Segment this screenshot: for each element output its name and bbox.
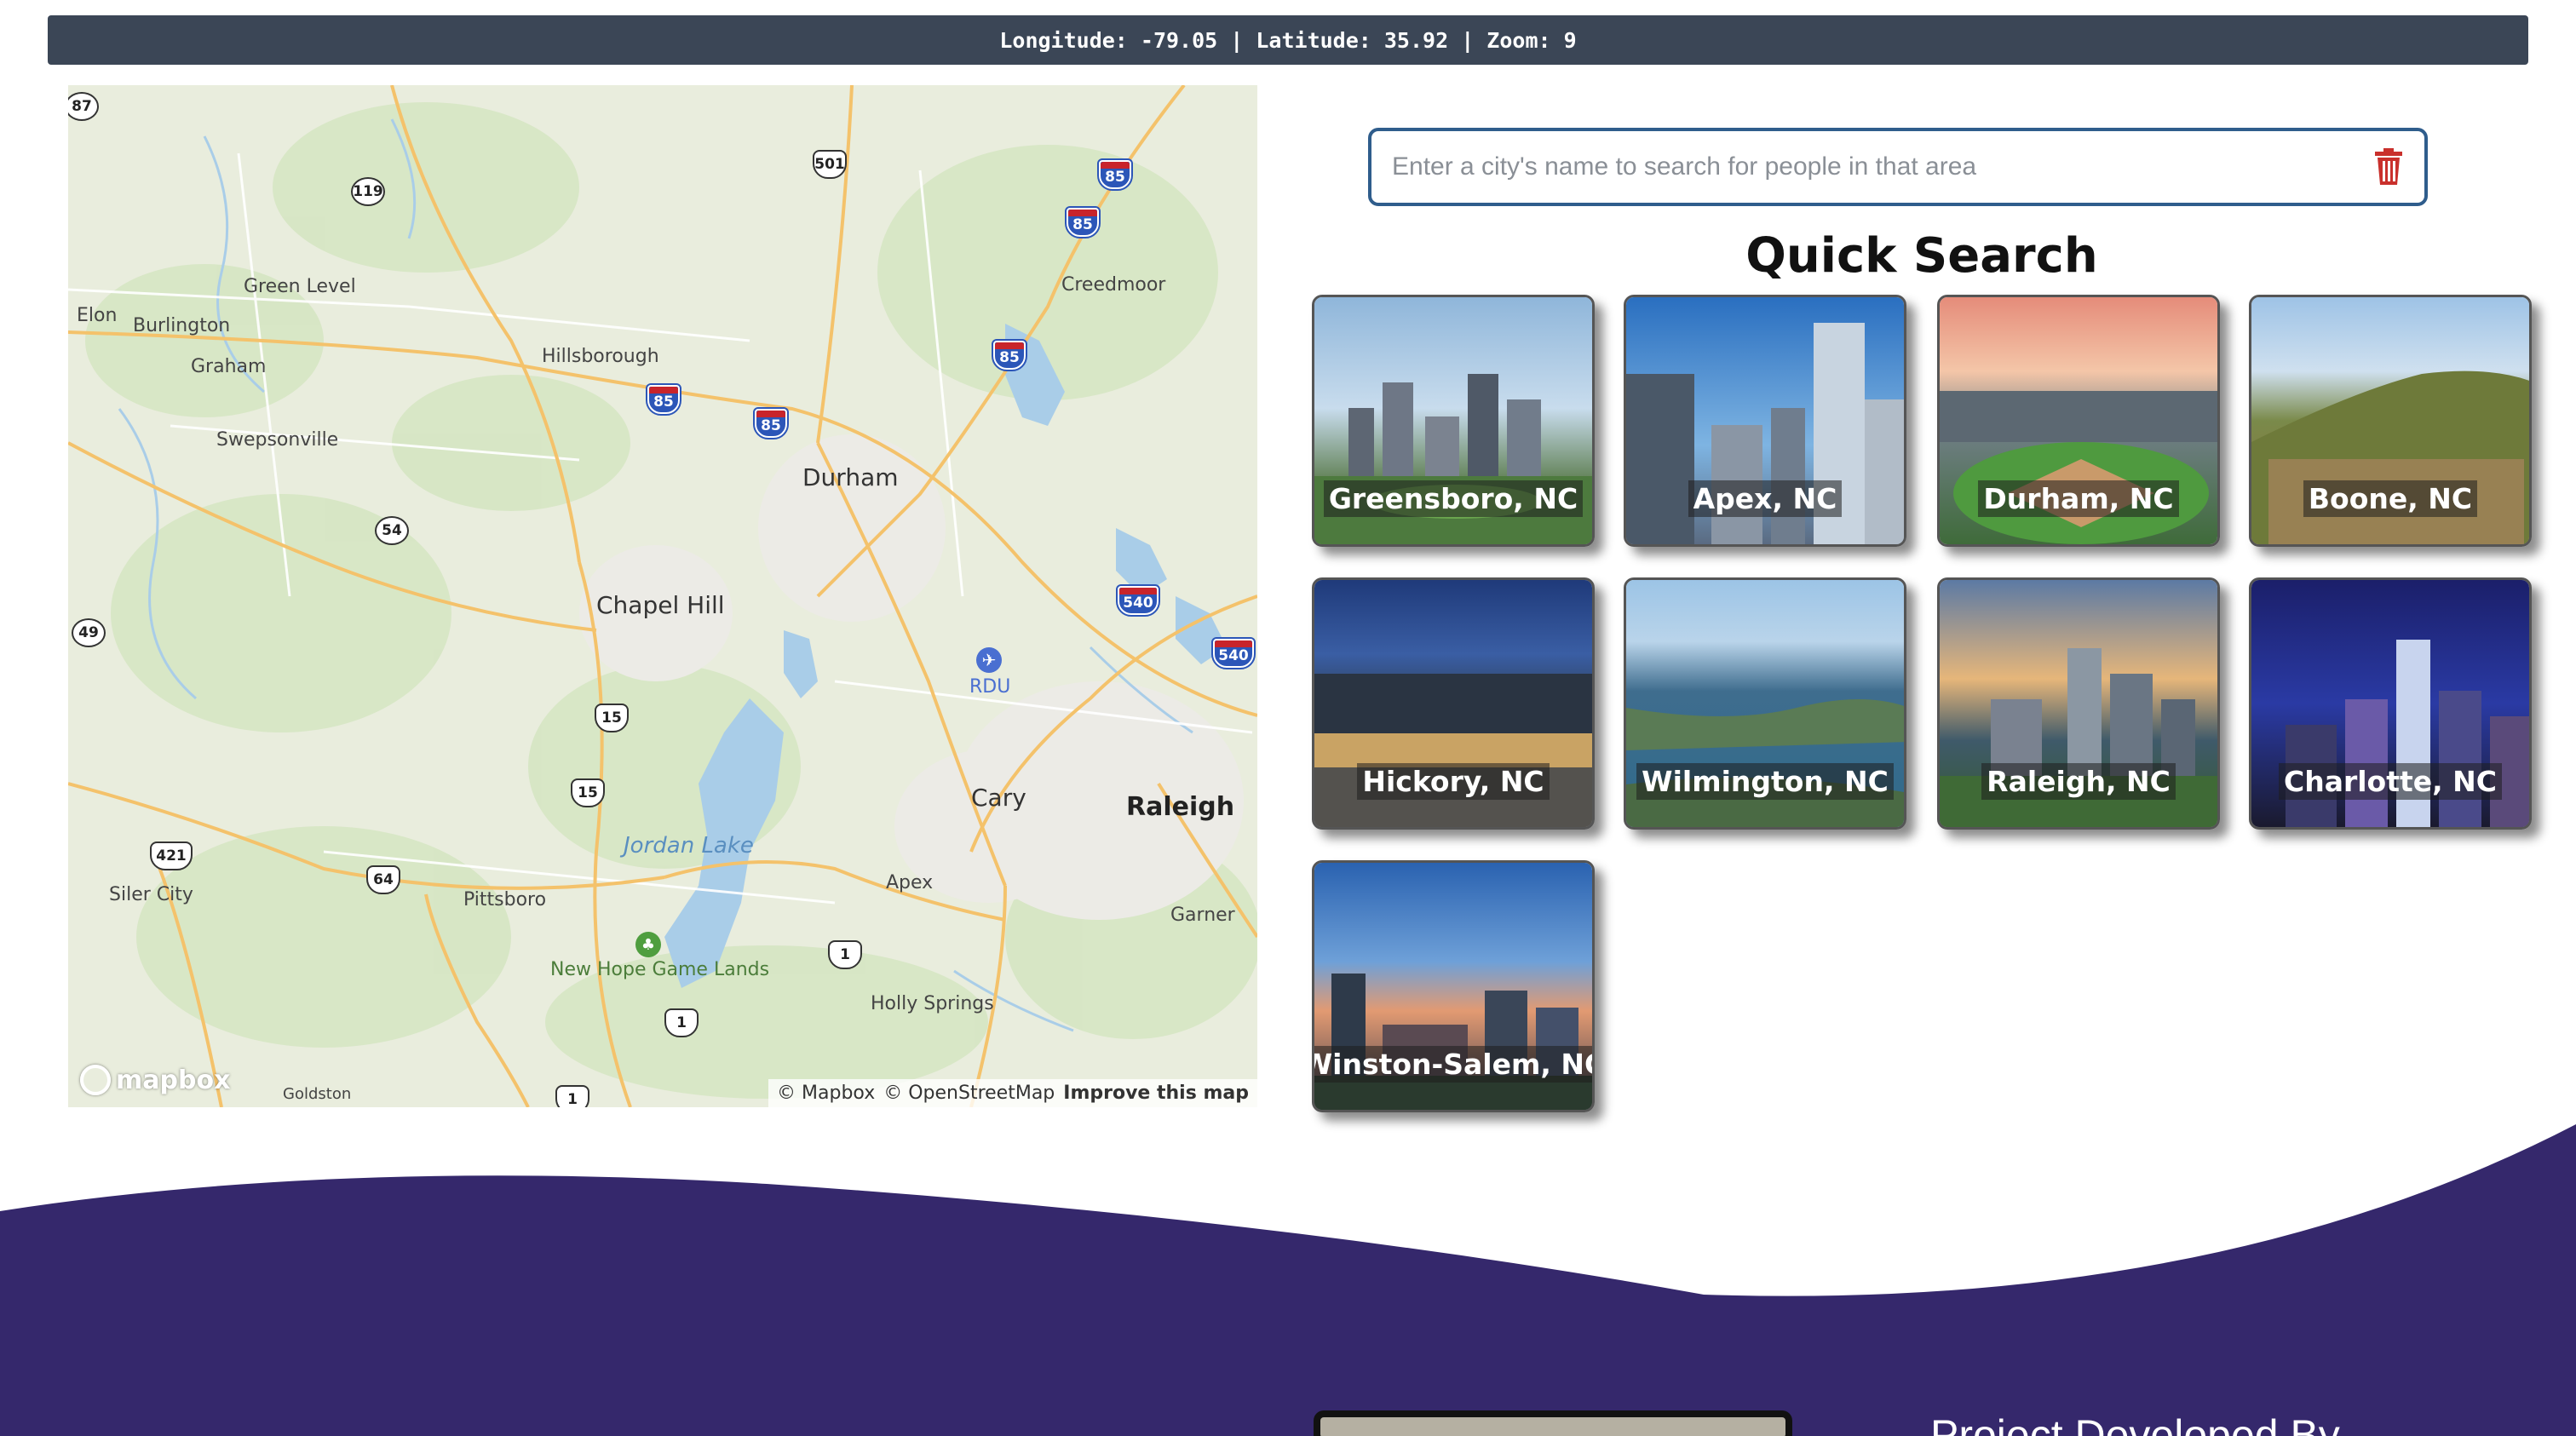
map-label-siler-city: Siler City bbox=[109, 884, 193, 905]
map-label-swepsonville: Swepsonville bbox=[216, 429, 339, 451]
interstate-540-shield: 540 bbox=[1116, 584, 1160, 617]
page: Longitude: -79.05 | Latitude: 35.92 | Zo… bbox=[0, 0, 2576, 1436]
map-label-jordan-lake: Jordan Lake bbox=[624, 833, 754, 859]
map-label-apex: Apex bbox=[886, 872, 934, 893]
city-card-label: Winston-Salem, NC bbox=[1314, 1046, 1592, 1083]
map-label-pittsboro: Pittsboro bbox=[463, 889, 547, 910]
map[interactable]: Elon Burlington Green Level Graham Sweps… bbox=[68, 85, 1257, 1107]
city-image bbox=[1940, 391, 2217, 544]
map-label-goldston: Goldston bbox=[283, 1085, 352, 1103]
map-label-green-level: Green Level bbox=[244, 276, 356, 297]
interstate-540-shield: 540 bbox=[1211, 637, 1256, 669]
city-card-apex[interactable]: Apex, NC bbox=[1624, 295, 1906, 547]
footer-heading: Project Developed By bbox=[1930, 1411, 2340, 1436]
city-card-boone[interactable]: Boone, NC bbox=[2249, 295, 2532, 547]
interstate-85-shield: 85 bbox=[1065, 206, 1101, 238]
map-label-rdu: RDU bbox=[969, 676, 1011, 698]
map-label-holly-springs: Holly Springs bbox=[871, 993, 994, 1014]
map-label-garner: Garner bbox=[1170, 905, 1235, 926]
route-1-shield: 1 bbox=[555, 1085, 589, 1107]
route-1-shield: 1 bbox=[828, 940, 862, 969]
city-card-durham[interactable]: Durham, NC bbox=[1937, 295, 2220, 547]
park-icon: ♣ bbox=[635, 932, 661, 957]
quick-search-title: Quick Search bbox=[1745, 228, 2098, 284]
mapbox-logo[interactable]: mapbox bbox=[80, 1065, 230, 1095]
city-card-greensboro[interactable]: Greensboro, NC bbox=[1312, 295, 1595, 547]
city-image bbox=[1626, 699, 1904, 827]
interstate-85-shield: 85 bbox=[753, 407, 789, 439]
route-119-shield: 119 bbox=[351, 177, 385, 206]
map-attribution: © Mapbox © OpenStreetMap Improve this ma… bbox=[768, 1079, 1257, 1107]
city-card-label: Boone, NC bbox=[2303, 480, 2478, 517]
mapbox-logo-icon bbox=[80, 1065, 111, 1095]
city-card-winston-salem[interactable]: Winston-Salem, NC bbox=[1312, 860, 1595, 1112]
city-card-hickory[interactable]: Hickory, NC bbox=[1312, 577, 1595, 830]
route-15-shield: 15 bbox=[595, 704, 629, 732]
route-501-shield: 501 bbox=[813, 150, 847, 179]
route-1-shield: 1 bbox=[664, 1008, 699, 1037]
interstate-85-shield: 85 bbox=[1097, 158, 1133, 191]
city-card-label: Charlotte, NC bbox=[2278, 763, 2503, 800]
attribution-osm-link[interactable]: © OpenStreetMap bbox=[883, 1083, 1055, 1104]
city-card-label: Wilmington, NC bbox=[1636, 763, 1894, 800]
city-card-raleigh[interactable]: Raleigh, NC bbox=[1937, 577, 2220, 830]
map-label-cary: Cary bbox=[971, 784, 1026, 812]
city-card-label: Greensboro, NC bbox=[1323, 480, 1584, 517]
city-card-wilmington[interactable]: Wilmington, NC bbox=[1624, 577, 1906, 830]
city-card-label: Durham, NC bbox=[1978, 480, 2179, 517]
city-search-input[interactable] bbox=[1392, 152, 2373, 181]
city-card-label: Raleigh, NC bbox=[1981, 763, 2176, 800]
city-card-label: Hickory, NC bbox=[1357, 763, 1550, 800]
interstate-85-shield: 85 bbox=[992, 339, 1027, 371]
footer-wave bbox=[0, 1124, 2576, 1436]
route-15-shield: 15 bbox=[571, 778, 605, 807]
map-label-chapel-hill: Chapel Hill bbox=[596, 591, 725, 619]
improve-map-link[interactable]: Improve this map bbox=[1063, 1083, 1249, 1104]
map-label-elon: Elon bbox=[77, 305, 118, 326]
map-label-burlington: Burlington bbox=[133, 315, 231, 336]
attribution-mapbox-link[interactable]: © Mapbox bbox=[777, 1083, 875, 1104]
city-search-box bbox=[1368, 128, 2428, 206]
route-421-shield: 421 bbox=[150, 841, 193, 870]
interstate-85-shield: 85 bbox=[646, 383, 681, 416]
trash-icon[interactable] bbox=[2373, 148, 2404, 186]
city-card-charlotte[interactable]: Charlotte, NC bbox=[2249, 577, 2532, 830]
map-label-graham: Graham bbox=[191, 356, 267, 377]
city-card-label: Apex, NC bbox=[1688, 480, 1843, 517]
city-image bbox=[1314, 974, 1592, 1110]
map-label-new-hope: New Hope Game Lands bbox=[550, 959, 770, 980]
map-label-creedmoor: Creedmoor bbox=[1061, 274, 1166, 296]
route-54-shield: 54 bbox=[375, 516, 409, 545]
airport-icon: ✈ bbox=[976, 647, 1002, 673]
route-64-shield: 64 bbox=[366, 865, 400, 894]
city-image bbox=[1314, 674, 1592, 827]
coordinates-text: Longitude: -79.05 | Latitude: 35.92 | Zo… bbox=[999, 27, 1577, 53]
coordinates-bar: Longitude: -79.05 | Latitude: 35.92 | Zo… bbox=[48, 15, 2528, 65]
map-label-raleigh: Raleigh bbox=[1126, 792, 1235, 822]
route-49-shield: 49 bbox=[72, 618, 106, 647]
laptop-image bbox=[1314, 1410, 1792, 1436]
map-label-hillsborough: Hillsborough bbox=[542, 346, 659, 367]
map-label-durham: Durham bbox=[802, 463, 899, 491]
